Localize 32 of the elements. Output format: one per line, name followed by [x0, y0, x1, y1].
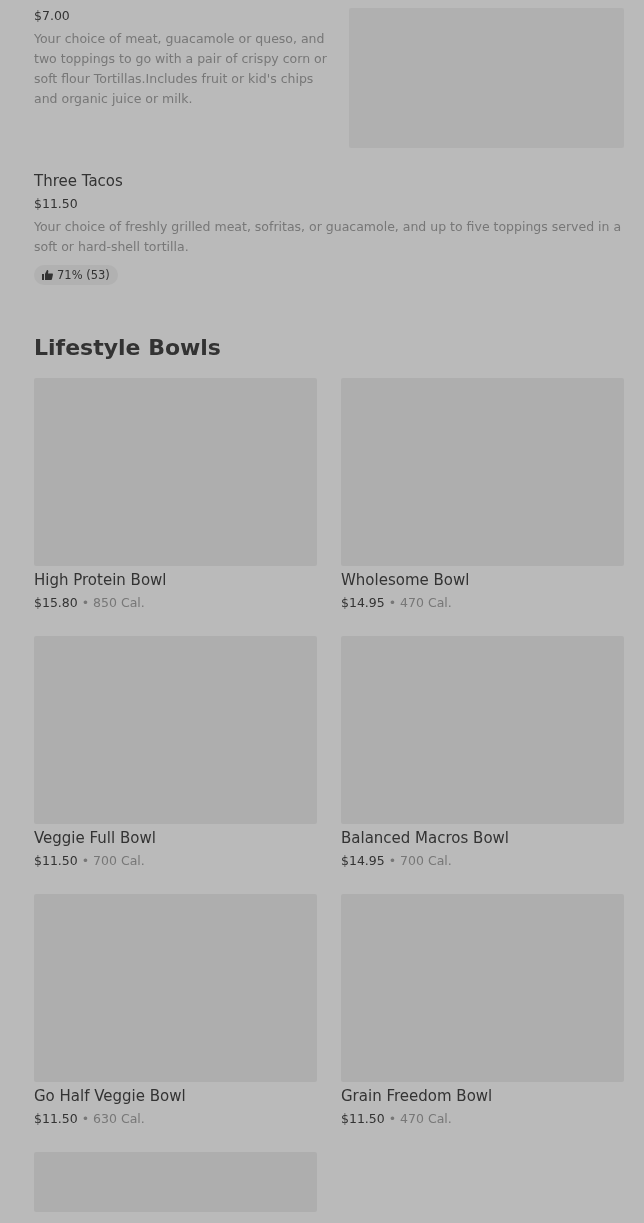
bowl-price: $15.80: [34, 595, 78, 610]
thumbs-up-icon: [42, 270, 53, 280]
bowl-name[interactable]: Wholesome Bowl: [341, 571, 624, 589]
bowl-price: $14.95: [341, 853, 385, 868]
bowl-price: $11.50: [341, 1111, 385, 1126]
bowl-name[interactable]: Balanced Macros Bowl: [341, 829, 624, 847]
separator-dot: •: [81, 1111, 90, 1126]
rating-badge: 71% (53): [34, 265, 118, 285]
bowl-calories: 700 Cal.: [93, 853, 145, 868]
separator-dot: •: [388, 1111, 397, 1126]
bowl-calories: 850 Cal.: [93, 595, 145, 610]
item-price: $7.00: [34, 8, 71, 23]
item-description: Your choice of meat, guacamole or queso, and two toppings to go with a pair of crispy corn or soft flour Tortillas.Includes fruit or kid's chips and organic juice or milk.: [34, 30, 328, 108]
item-price: $11.50: [34, 196, 79, 211]
bowl-name[interactable]: High Protein Bowl: [34, 571, 317, 589]
item-title: Three Tacos: [34, 172, 124, 190]
bowl-calories: 470 Cal.: [400, 595, 452, 610]
bowl-name[interactable]: Go Half Veggie Bowl: [34, 1087, 317, 1105]
bowl-calories: 700 Cal.: [400, 853, 452, 868]
bowl-calories: 630 Cal.: [93, 1111, 145, 1126]
bowl-calories: 470 Cal.: [400, 1111, 452, 1126]
separator-dot: •: [388, 595, 397, 610]
section-heading: Lifestyle Bowls: [34, 335, 222, 360]
bowl-price: $11.50: [34, 853, 78, 868]
separator-dot: •: [81, 595, 90, 610]
bowl-price: $14.95: [341, 595, 385, 610]
item-description: Your choice of freshly grilled meat, sofritas, or guacamole, and up to five toppings served in a soft or hard-shell tortilla.: [34, 218, 623, 256]
bowl-name[interactable]: Veggie Full Bowl: [34, 829, 317, 847]
separator-dot: •: [388, 853, 397, 868]
separator-dot: •: [81, 853, 90, 868]
bowl-price: $11.50: [34, 1111, 78, 1126]
bowl-name[interactable]: Grain Freedom Bowl: [341, 1087, 624, 1105]
